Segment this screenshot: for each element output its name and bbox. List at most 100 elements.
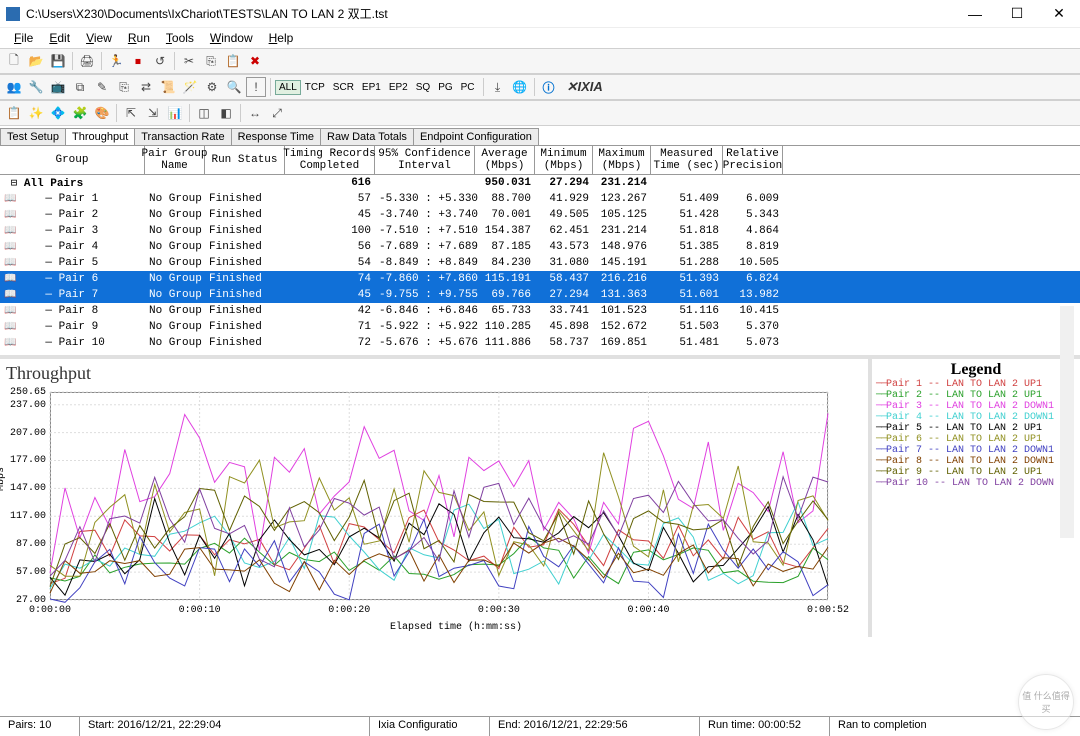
table-row[interactable]: — Pair 8No GroupFinished42-6.846 : +6.84… <box>0 303 1080 319</box>
window-title: C:\Users\X230\Documents\IxChariot\TESTS\… <box>26 5 954 22</box>
web-icon[interactable]: 🌐 <box>510 77 530 97</box>
x-tick: 0:00:52 <box>807 605 849 616</box>
tool-a-icon[interactable]: 📋 <box>4 103 24 123</box>
filter-pc[interactable]: PC <box>457 80 479 95</box>
run-icon[interactable]: 🏃 <box>106 51 126 71</box>
wizard-icon[interactable]: 🪄 <box>180 77 200 97</box>
tool-g-icon[interactable]: ⇲ <box>143 103 163 123</box>
maximize-button[interactable]: ☐ <box>996 0 1038 28</box>
help-icon[interactable]: ⓘ <box>539 77 559 97</box>
export-icon[interactable]: ⤓ <box>488 77 508 97</box>
tool-d-icon[interactable]: 🧩 <box>70 103 90 123</box>
filter-ep2[interactable]: EP2 <box>385 80 412 95</box>
delete-icon[interactable]: ✖ <box>245 51 265 71</box>
open-icon[interactable]: 📂 <box>26 51 46 71</box>
mark-icon[interactable]: ! <box>246 77 266 97</box>
table-row[interactable]: — Pair 1No GroupFinished57-5.330 : +5.33… <box>0 191 1080 207</box>
tab-strip: Test SetupThroughputTransaction RateResp… <box>0 126 1080 146</box>
col-8[interactable]: Measured Time (sec) <box>651 146 723 174</box>
tool-l-icon[interactable]: ⤢ <box>267 103 287 123</box>
col-5[interactable]: Average (Mbps) <box>475 146 535 174</box>
poll-icon[interactable]: ↺ <box>150 51 170 71</box>
tool-f-icon[interactable]: ⇱ <box>121 103 141 123</box>
table-row[interactable]: — Pair 2No GroupFinished45-3.740 : +3.74… <box>0 207 1080 223</box>
table-row[interactable]: — Pair 6No GroupFinished74-7.860 : +7.86… <box>0 271 1080 287</box>
find-icon[interactable]: 🔍 <box>224 77 244 97</box>
summary-row[interactable]: ⊟ All Pairs616950.03127.294231.214 <box>0 175 1080 191</box>
legend-item: ──Pair 1 -- LAN TO LAN 2 UP1 <box>876 379 1076 390</box>
col-2[interactable]: Run Status <box>205 146 285 174</box>
tool-e-icon[interactable]: 🎨 <box>92 103 112 123</box>
filter-pg[interactable]: PG <box>434 80 456 95</box>
ixia-logo: ✕IXIA <box>567 79 603 95</box>
swap-icon[interactable]: ⇄ <box>136 77 156 97</box>
table-row[interactable]: — Pair 3No GroupFinished100-7.510 : +7.5… <box>0 223 1080 239</box>
tool-c-icon[interactable]: 💠 <box>48 103 68 123</box>
edit-icon[interactable]: ✎ <box>92 77 112 97</box>
x-tick: 0:00:00 <box>29 605 71 616</box>
filter-all[interactable]: ALL <box>275 80 301 95</box>
hw-icon[interactable]: 🔧 <box>26 77 46 97</box>
filter-ep1[interactable]: EP1 <box>358 80 385 95</box>
tool-k-icon[interactable]: ↔ <box>245 103 265 123</box>
tool-j-icon[interactable]: ◧ <box>216 103 236 123</box>
col-0[interactable]: Group <box>0 146 145 174</box>
legend-item: ──Pair 9 -- LAN TO LAN 2 UP1 <box>876 467 1076 478</box>
filter-scr[interactable]: SCR <box>329 80 358 95</box>
menu-window[interactable]: Window <box>202 29 261 47</box>
tab-test-setup[interactable]: Test Setup <box>0 128 66 145</box>
copy-icon[interactable]: ⎘ <box>201 51 221 71</box>
x-tick: 0:00:20 <box>328 605 370 616</box>
tool-b-icon[interactable]: ✨ <box>26 103 46 123</box>
menu-tools[interactable]: Tools <box>158 29 202 47</box>
filter-tcp[interactable]: TCP <box>301 80 329 95</box>
table-row[interactable]: — Pair 10No GroupFinished72-5.676 : +5.6… <box>0 335 1080 351</box>
tab-raw-data-totals[interactable]: Raw Data Totals <box>320 128 414 145</box>
col-4[interactable]: 95% Confidence Interval <box>375 146 475 174</box>
print-icon[interactable]: 🖨 <box>77 51 97 71</box>
table-row[interactable]: — Pair 5No GroupFinished54-8.849 : +8.84… <box>0 255 1080 271</box>
grid-vscrollbar[interactable] <box>1060 306 1074 538</box>
legend-item: ──Pair 10 -- LAN TO LAN 2 DOWN <box>876 478 1076 489</box>
menu-edit[interactable]: Edit <box>41 29 78 47</box>
script-icon[interactable]: 📜 <box>158 77 178 97</box>
table-row[interactable]: — Pair 7No GroupFinished45-9.755 : +9.75… <box>0 287 1080 303</box>
stop-icon[interactable]: ⏹ <box>128 51 148 71</box>
filter-sq[interactable]: SQ <box>412 80 434 95</box>
table-row[interactable]: — Pair 4No GroupFinished56-7.689 : +7.68… <box>0 239 1080 255</box>
group-icon[interactable]: ⧉ <box>70 77 90 97</box>
col-6[interactable]: Minimum (Mbps) <box>535 146 593 174</box>
tab-throughput[interactable]: Throughput <box>65 128 135 145</box>
tool-i-icon[interactable]: ◫ <box>194 103 214 123</box>
col-9[interactable]: Relative Precision <box>723 146 783 174</box>
col-7[interactable]: Maximum (Mbps) <box>593 146 651 174</box>
tab-transaction-rate[interactable]: Transaction Rate <box>134 128 231 145</box>
x-tick: 0:00:10 <box>179 605 221 616</box>
status-end: End: 2016/12/21, 22:29:56 <box>490 717 700 736</box>
ep-icon[interactable]: 📺 <box>48 77 68 97</box>
menu-run[interactable]: Run <box>120 29 158 47</box>
y-tick: 207.00 <box>6 428 46 439</box>
save-icon[interactable]: 💾 <box>48 51 68 71</box>
minimize-button[interactable]: — <box>954 0 996 28</box>
tool-h-icon[interactable]: 📊 <box>165 103 185 123</box>
chart-title: Throughput <box>6 363 862 384</box>
tab-response-time[interactable]: Response Time <box>231 128 321 145</box>
replicate-icon[interactable]: ⎘ <box>114 77 134 97</box>
menu-help[interactable]: Help <box>261 29 302 47</box>
chart-legend: Legend ──Pair 1 -- LAN TO LAN 2 UP1──Pai… <box>868 359 1080 637</box>
pair-icon[interactable]: 👥 <box>4 77 24 97</box>
close-button[interactable]: ✕ <box>1038 0 1080 28</box>
col-1[interactable]: Pair Group Name <box>145 146 205 174</box>
options-icon[interactable]: ⚙ <box>202 77 222 97</box>
toolbar-secondary: 👥 🔧 📺 ⧉ ✎ ⎘ ⇄ 📜 🪄 ⚙ 🔍 ! ALLTCPSCREP1EP2S… <box>0 74 1080 100</box>
tab-endpoint-configuration[interactable]: Endpoint Configuration <box>413 128 539 145</box>
paste-icon[interactable]: 📋 <box>223 51 243 71</box>
new-icon[interactable]: 🗋 <box>4 51 24 71</box>
menu-view[interactable]: View <box>78 29 120 47</box>
col-3[interactable]: Timing Records Completed <box>285 146 375 174</box>
menu-file[interactable]: File <box>6 29 41 47</box>
table-row[interactable]: — Pair 9No GroupFinished71-5.922 : +5.92… <box>0 319 1080 335</box>
menubar: FileEditViewRunToolsWindowHelp <box>0 28 1080 48</box>
cut-icon[interactable]: ✂ <box>179 51 199 71</box>
